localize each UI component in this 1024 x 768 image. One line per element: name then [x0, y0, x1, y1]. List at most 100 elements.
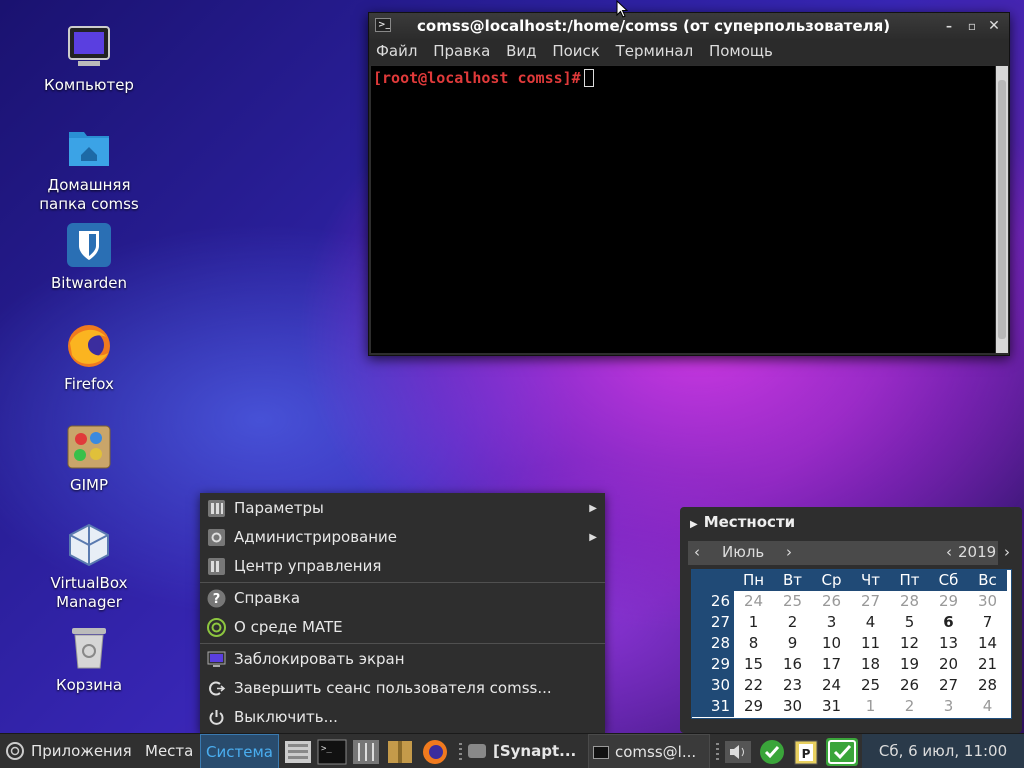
terminal-window[interactable]: >_ comss@localhost:/home/comss (от супер… — [368, 12, 1010, 356]
calendar-day[interactable]: 6 — [929, 612, 968, 633]
calendar-grid[interactable]: Пн Вт Ср Чт Пт Сб Вс 26 24 25 26 27 28 29 30 27 1… — [691, 569, 1012, 719]
calendar-day[interactable]: 22 — [734, 675, 773, 696]
desktop-icon-bitwarden[interactable]: Bitwarden — [34, 222, 144, 293]
locations-expander[interactable]: ▶ Местности — [690, 513, 795, 531]
menu-item-shutdown[interactable]: Выключить... — [200, 703, 605, 732]
calendar-day[interactable]: 31 — [812, 696, 851, 717]
calendar-day[interactable]: 23 — [773, 675, 812, 696]
maximize-icon[interactable]: ▫ — [962, 13, 982, 39]
menu-item-about-mate[interactable]: О среде MATE — [200, 613, 605, 642]
desktop-icon-computer[interactable]: Компьютер — [34, 24, 144, 95]
terminal-titlebar[interactable]: >_ comss@localhost:/home/comss (от супер… — [369, 13, 1009, 39]
calendar-day[interactable]: 13 — [929, 633, 968, 654]
calendar-day[interactable]: 29 — [734, 696, 773, 717]
calendar-day[interactable]: 26 — [812, 591, 851, 612]
minimize-icon[interactable]: – — [939, 13, 959, 39]
file-manager-launcher-icon[interactable] — [283, 739, 313, 765]
gimp-icon — [66, 424, 112, 470]
menu-terminal[interactable]: Терминал — [616, 42, 694, 60]
desktop-icon-virtualbox[interactable]: VirtualBox Manager — [34, 522, 144, 612]
volume-icon[interactable] — [723, 739, 753, 765]
calendar-day[interactable]: 1 — [734, 612, 773, 633]
menu-item-control-center[interactable]: Центр управления — [200, 552, 605, 581]
desktop-icon-label: Компьютер — [44, 76, 134, 94]
calendar-day[interactable]: 4 — [968, 696, 1007, 717]
calendar-day[interactable]: 26 — [890, 675, 929, 696]
calendar-day[interactable]: 11 — [851, 633, 890, 654]
calendar-day[interactable]: 17 — [812, 654, 851, 675]
calendar-day[interactable]: 12 — [890, 633, 929, 654]
menu-edit[interactable]: Правка — [433, 42, 490, 60]
menu-item-preferences[interactable]: Параметры ▶ — [200, 494, 605, 523]
calendar-day[interactable]: 2 — [890, 696, 929, 717]
applications-menu[interactable]: Приложения — [31, 734, 132, 768]
menu-file[interactable]: Файл — [376, 42, 417, 60]
calendar-day[interactable]: 18 — [851, 654, 890, 675]
calendar-day[interactable]: 28 — [968, 675, 1007, 696]
terminal-output[interactable]: [root@localhost comss]# — [371, 66, 995, 353]
terminal-scrollbar[interactable] — [996, 66, 1008, 353]
menu-item-administration[interactable]: Администрирование ▶ — [200, 523, 605, 552]
clock-applet[interactable]: Сб, 6 июл, 11:00 — [862, 734, 1024, 768]
menu-item-logout[interactable]: Завершить сеанс пользователя comss... — [200, 674, 605, 703]
weekday-label: Пн — [734, 570, 773, 591]
calendar-day[interactable]: 29 — [929, 591, 968, 612]
scrollbar-thumb[interactable] — [998, 80, 1006, 339]
prev-year-icon[interactable]: ‹ — [946, 543, 952, 561]
calendar-day[interactable]: 8 — [734, 633, 773, 654]
menu-item-lock-screen[interactable]: Заблокировать экран — [200, 645, 605, 674]
archive-launcher-icon[interactable] — [385, 739, 415, 765]
desktop-icon-trash[interactable]: Корзина — [34, 624, 144, 695]
calendar-day[interactable]: 9 — [773, 633, 812, 654]
places-menu[interactable]: Места — [145, 734, 193, 768]
calendar-day[interactable]: 7 — [968, 612, 1007, 633]
calendar-day[interactable]: 21 — [968, 654, 1007, 675]
terminal-launcher-icon[interactable]: >_ — [317, 739, 347, 765]
calendar-day[interactable]: 30 — [968, 591, 1007, 612]
panel-separator — [459, 743, 462, 761]
clipboard-icon[interactable]: P — [791, 739, 821, 765]
prev-month-icon[interactable]: ‹ — [694, 543, 700, 561]
calendar-day[interactable]: 5 — [890, 612, 929, 633]
calendar-day[interactable]: 1 — [851, 696, 890, 717]
calendar-day[interactable]: 3 — [812, 612, 851, 633]
task-synaptic[interactable]: [Synapt... — [468, 734, 586, 768]
calendar-week-row: 26 24 25 26 27 28 29 30 — [692, 591, 1011, 612]
system-menu-button[interactable]: Система — [200, 734, 279, 768]
calendar-day[interactable]: 4 — [851, 612, 890, 633]
menu-help[interactable]: Помощь — [709, 42, 773, 60]
lock-screen-icon — [207, 650, 226, 669]
close-icon[interactable]: ✕ — [984, 13, 1004, 39]
calendar-day[interactable]: 27 — [851, 591, 890, 612]
calendar-day[interactable]: 2 — [773, 612, 812, 633]
desktop-icon-gimp[interactable]: GIMP — [34, 424, 144, 495]
calendar-day[interactable]: 27 — [929, 675, 968, 696]
calendar-day[interactable]: 24 — [734, 591, 773, 612]
updates-ok-icon[interactable] — [758, 739, 788, 765]
firefox-launcher-icon[interactable] — [420, 739, 450, 765]
desktop-icon-firefox[interactable]: Firefox — [34, 323, 144, 394]
calendar-day[interactable]: 20 — [929, 654, 968, 675]
package-updater-icon[interactable] — [825, 737, 859, 767]
menu-item-help[interactable]: ? Справка — [200, 584, 605, 613]
calendar-day[interactable]: 15 — [734, 654, 773, 675]
calendar-day[interactable]: 19 — [890, 654, 929, 675]
calendar-day[interactable]: 14 — [968, 633, 1007, 654]
settings-launcher-icon[interactable] — [351, 739, 381, 765]
calendar-day[interactable]: 25 — [773, 591, 812, 612]
desktop-icon-home-folder[interactable]: Домашняя папка comss — [34, 124, 144, 214]
calendar-day[interactable]: 24 — [812, 675, 851, 696]
next-month-icon[interactable]: › — [786, 543, 792, 561]
next-year-icon[interactable]: › — [1004, 543, 1010, 561]
calendar-day[interactable]: 25 — [851, 675, 890, 696]
menu-view[interactable]: Вид — [506, 42, 536, 60]
expander-arrow-icon: ▶ — [690, 519, 698, 530]
task-terminal[interactable]: comss@l... — [588, 734, 710, 768]
calendar-day[interactable]: 10 — [812, 633, 851, 654]
calendar-day[interactable]: 16 — [773, 654, 812, 675]
calendar-year: 2019 — [958, 543, 997, 561]
calendar-day[interactable]: 3 — [929, 696, 968, 717]
calendar-day[interactable]: 28 — [890, 591, 929, 612]
calendar-day[interactable]: 30 — [773, 696, 812, 717]
menu-search[interactable]: Поиск — [552, 42, 600, 60]
